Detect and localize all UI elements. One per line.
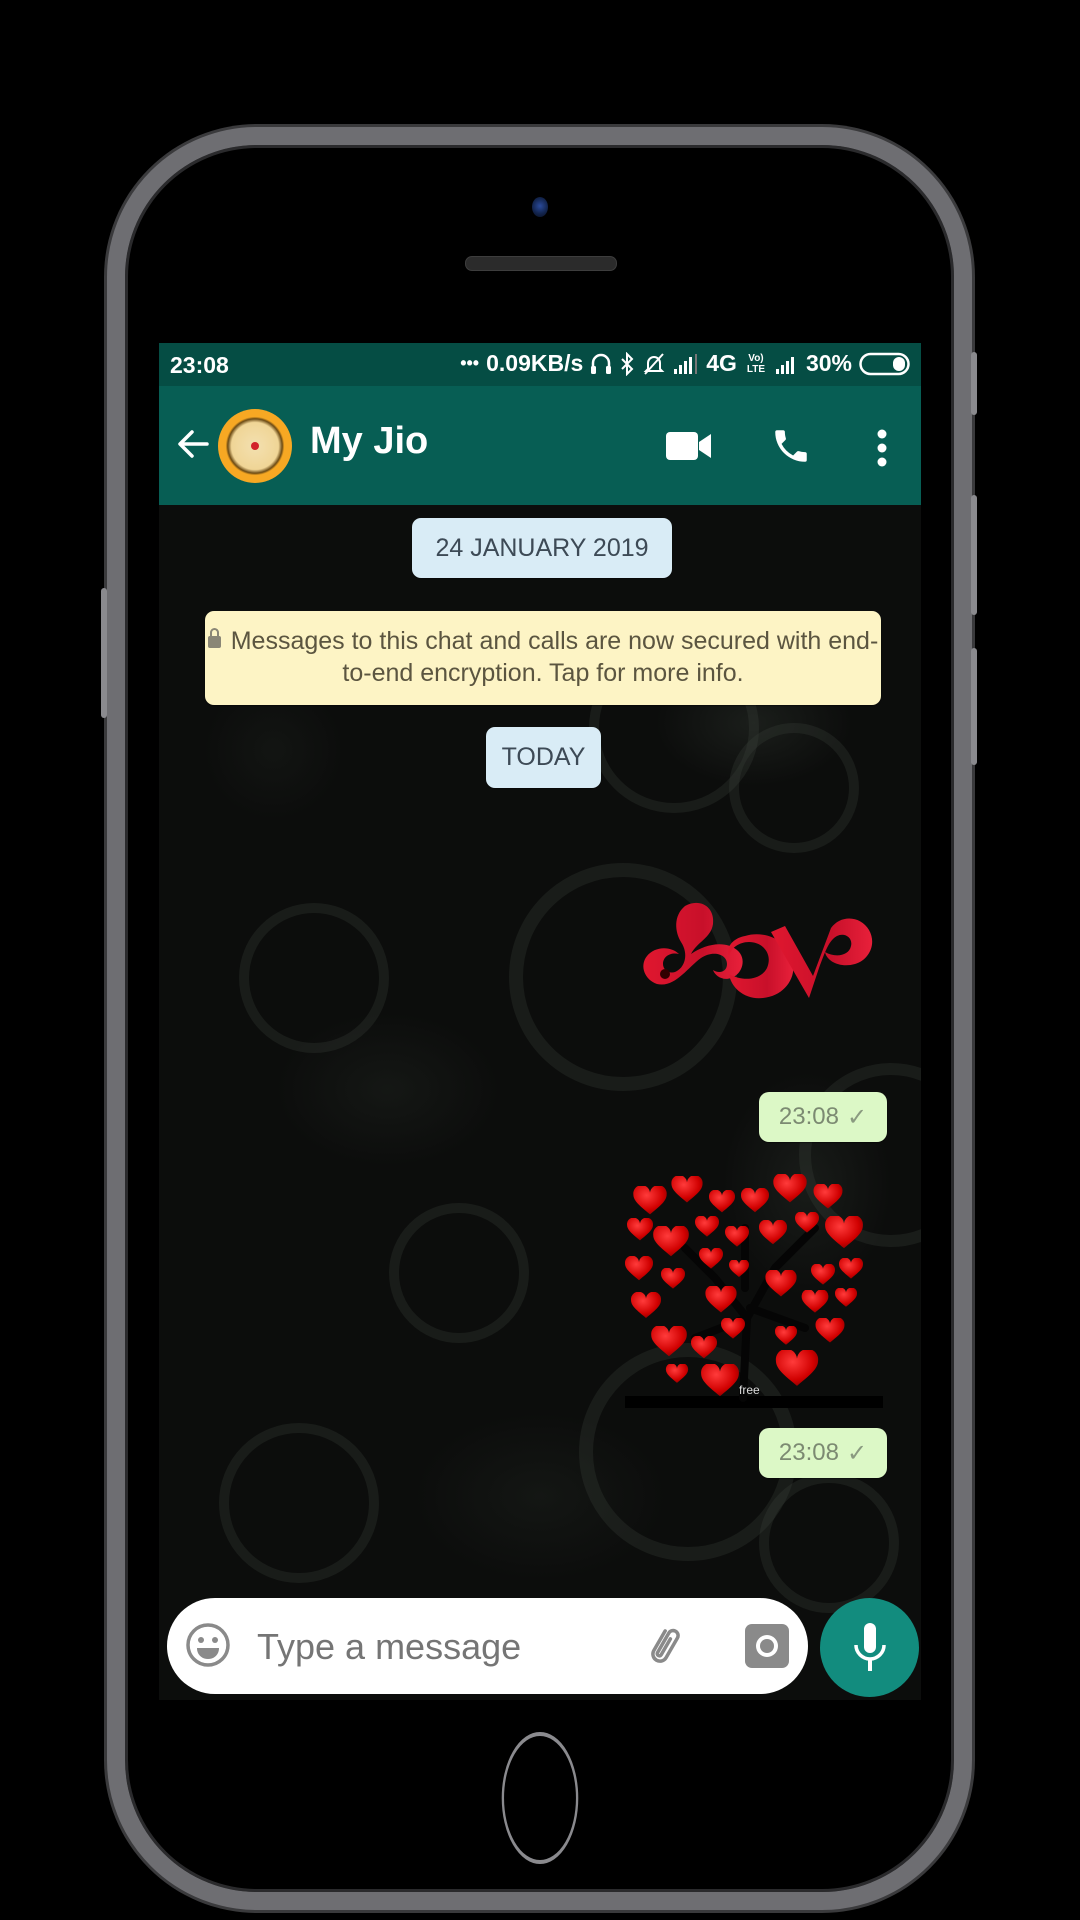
message-time: 23:08 xyxy=(778,1439,839,1466)
volte-indicator: Vo) LTE xyxy=(746,352,766,375)
battery-percent: 30% xyxy=(805,350,852,376)
heart-tree-sticker[interactable]: free xyxy=(625,1168,883,1408)
network-speed: 0.09KB/s xyxy=(486,350,584,376)
phone-side-button-right-3 xyxy=(971,648,977,765)
mic-button[interactable] xyxy=(820,1598,919,1697)
earpiece-speaker xyxy=(465,256,617,271)
message-time-chip: 23:08 ✓ xyxy=(759,1428,887,1478)
camera-icon[interactable] xyxy=(745,1624,789,1668)
contact-name[interactable]: My Jio xyxy=(310,420,428,463)
more-vert-icon[interactable] xyxy=(874,428,890,468)
avatar[interactable] xyxy=(218,409,292,483)
signal-icon-2 xyxy=(775,356,794,374)
front-camera xyxy=(532,197,548,217)
lock-icon xyxy=(207,628,221,648)
phone-side-button-left xyxy=(101,588,107,718)
emoji-icon[interactable] xyxy=(185,1622,231,1668)
encryption-notice-text: Messages to this chat and calls are now … xyxy=(230,627,879,687)
headset-icon xyxy=(591,353,612,374)
sent-check-icon: ✓ xyxy=(846,1439,868,1467)
mute-bell-icon xyxy=(643,352,665,375)
status-dots: ••• xyxy=(460,353,480,373)
encryption-notice[interactable]: Messages to this chat and calls are now … xyxy=(205,611,881,705)
mic-icon xyxy=(854,1623,886,1671)
battery-icon xyxy=(859,352,910,375)
paperclip-icon[interactable] xyxy=(639,1622,687,1670)
date-chip: 24 JANUARY 2019 xyxy=(412,518,672,578)
network-type: 4G xyxy=(706,350,737,376)
sent-check-icon: ✓ xyxy=(846,1103,868,1131)
voice-call-icon[interactable] xyxy=(770,425,812,467)
today-chip: TODAY xyxy=(486,727,601,788)
message-input[interactable] xyxy=(255,1622,619,1672)
message-time: 23:08 xyxy=(778,1103,839,1130)
love-sticker[interactable] xyxy=(635,896,873,1026)
phone-screen: 23:08 ••• 0.09KB/s 4G Vo) LTE 30% My Jio… xyxy=(159,343,921,1700)
signal-icon xyxy=(674,353,698,374)
avatar-center-dot xyxy=(251,442,259,450)
phone-side-button-right-1 xyxy=(971,352,977,415)
bluetooth-icon xyxy=(621,351,634,376)
home-button[interactable] xyxy=(501,1732,579,1864)
message-input-bar xyxy=(167,1598,808,1694)
arrow-left-icon[interactable] xyxy=(173,424,213,464)
message-time-chip: 23:08 ✓ xyxy=(759,1092,887,1142)
status-time: 23:08 xyxy=(170,352,229,378)
status-bar: 23:08 ••• 0.09KB/s 4G Vo) LTE 30% xyxy=(159,343,921,386)
video-call-icon[interactable] xyxy=(666,432,712,460)
sticker-caption: free xyxy=(739,1383,760,1397)
phone-side-button-right-2 xyxy=(971,495,977,615)
chat-header: My Jio xyxy=(159,386,921,505)
